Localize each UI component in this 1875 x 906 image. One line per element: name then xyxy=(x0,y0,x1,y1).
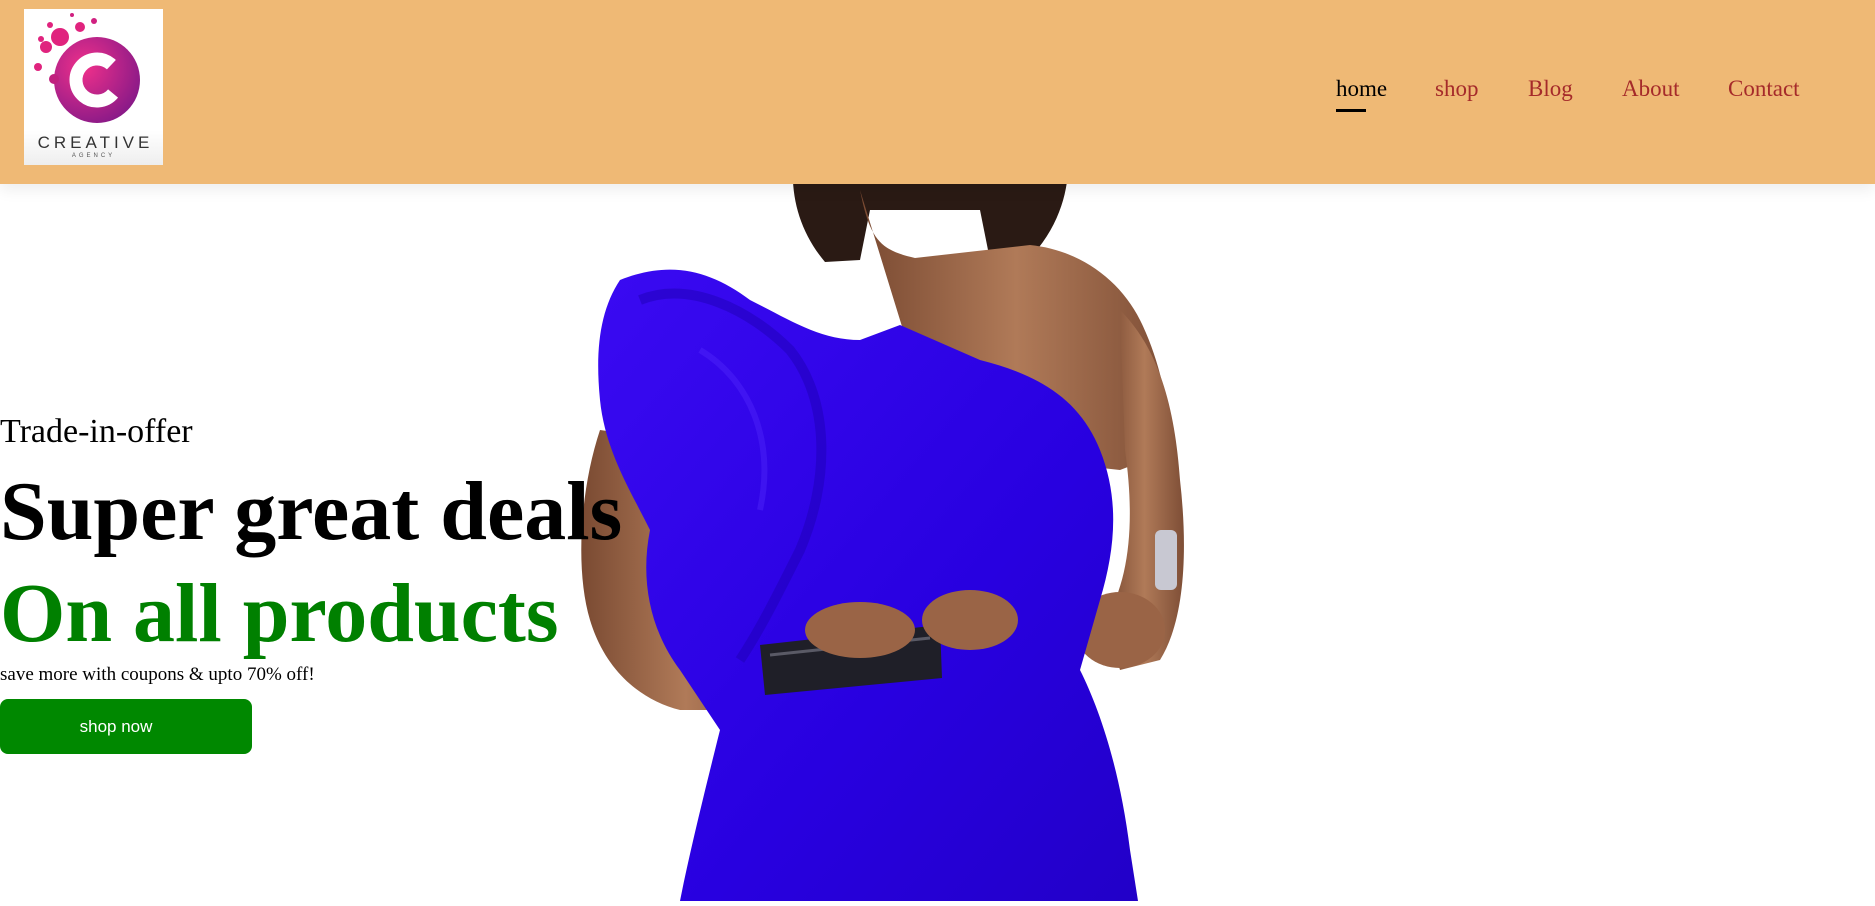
hero-tag: Trade-in-offer xyxy=(0,413,193,450)
main-navigation: home shop Blog About Contact xyxy=(0,76,1875,116)
shop-now-button[interactable]: shop now xyxy=(0,699,252,754)
logo-wordmark: CREATIVE xyxy=(37,133,154,152)
hero-headline: Super great deals xyxy=(0,465,623,558)
nav-contact-link[interactable]: Contact xyxy=(1728,76,1800,102)
nav-about-link[interactable]: About xyxy=(1622,76,1680,102)
nav-blog-link[interactable]: Blog xyxy=(1528,76,1573,102)
hero-description: save more with coupons & upto 70% off! xyxy=(0,664,315,685)
site-header: CREATIVE AGENCY home shop Blog About Con… xyxy=(0,0,1875,184)
logo-tagline: AGENCY xyxy=(71,153,116,159)
hero-model-image xyxy=(560,150,1260,906)
hero-subheadline: On all products xyxy=(0,567,559,660)
nav-shop-link[interactable]: shop xyxy=(1435,76,1478,102)
nav-home-link[interactable]: home xyxy=(1336,76,1387,112)
